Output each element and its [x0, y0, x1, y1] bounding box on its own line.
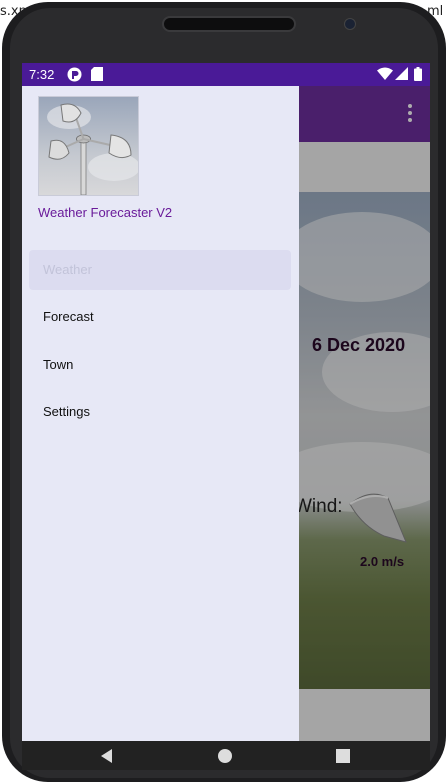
anemometer-image — [38, 96, 139, 196]
navigation-drawer: Weather Forecaster V2 Weather Forecast T… — [22, 86, 299, 741]
back-icon[interactable] — [100, 749, 114, 763]
menu-item-forecast[interactable]: Forecast — [29, 297, 291, 337]
menu-item-label: Settings — [43, 404, 90, 419]
menu-item-label: Forecast — [43, 309, 94, 324]
app-name: Weather Forecaster V2 — [38, 205, 173, 220]
recents-icon[interactable] — [336, 749, 350, 763]
battery-icon — [414, 67, 422, 81]
menu-item-label: Town — [43, 357, 74, 372]
wifi-icon — [377, 67, 393, 80]
menu-item-town[interactable]: Town — [29, 345, 291, 385]
signal-icon — [395, 67, 408, 80]
phone-camera — [344, 18, 356, 30]
system-navigation-bar — [22, 741, 430, 770]
home-icon[interactable] — [218, 749, 232, 763]
phone-speaker — [162, 16, 296, 32]
sd-card-icon — [91, 67, 103, 81]
notification-icon — [67, 67, 82, 82]
menu-item-weather[interactable]: Weather — [29, 250, 291, 290]
status-bar: 7:32 — [22, 63, 430, 86]
menu-item-settings[interactable]: Settings — [29, 392, 291, 432]
device-screen: 7:32 6 Dec 2020 Wind: 2.0 m/s Weather Fo… — [22, 63, 430, 770]
status-time: 7:32 — [29, 67, 55, 82]
menu-item-label: Weather — [43, 262, 92, 277]
